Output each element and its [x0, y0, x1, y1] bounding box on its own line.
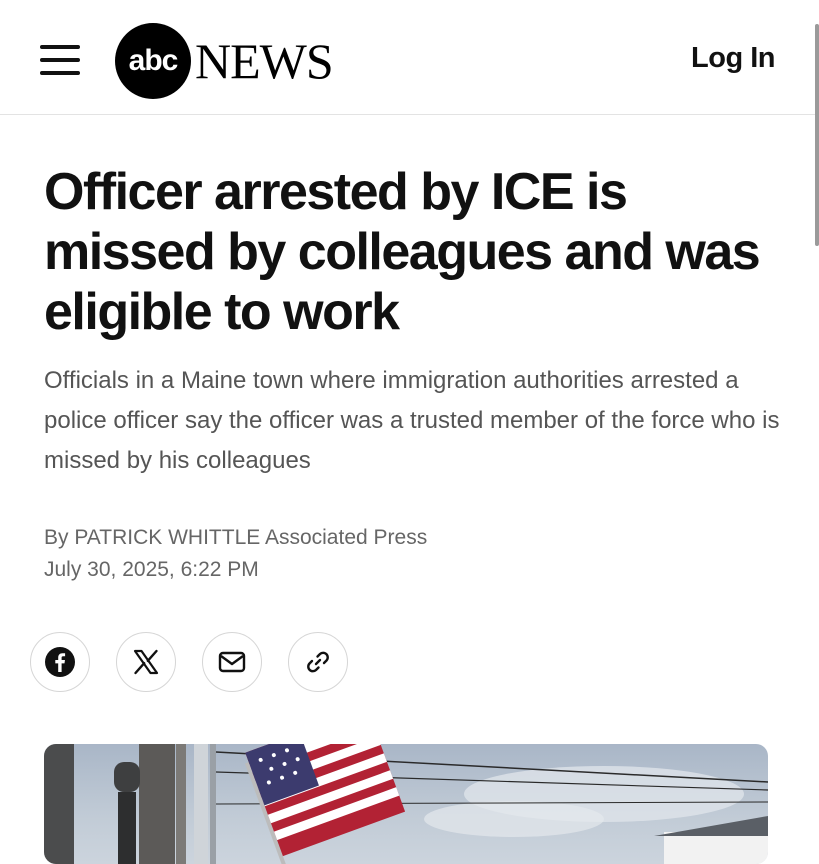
- share-email-button[interactable]: [202, 632, 262, 692]
- menu-icon-bar: [40, 45, 80, 49]
- email-icon: [218, 651, 246, 673]
- abc-news-logo[interactable]: abc NEWS: [115, 23, 345, 99]
- author-link[interactable]: PATRICK WHITTLE: [74, 526, 260, 549]
- publish-date: July 30, 2025, 6:22 PM: [44, 558, 259, 581]
- scrollbar[interactable]: [815, 24, 819, 246]
- logo-text: NEWS: [195, 33, 334, 89]
- share-bar: [30, 632, 348, 692]
- facebook-icon: [45, 647, 75, 677]
- menu-icon-bar: [40, 58, 80, 62]
- byline: By PATRICK WHITTLE Associated Press: [44, 522, 427, 554]
- hamburger-menu-button[interactable]: [40, 45, 80, 75]
- hero-photo-illustration: [44, 744, 768, 864]
- logo-mark: abc: [115, 23, 191, 99]
- login-button[interactable]: Log In: [691, 42, 775, 75]
- article-headline: Officer arrested by ICE is missed by col…: [44, 163, 761, 341]
- share-x-button[interactable]: [116, 632, 176, 692]
- outlet-name: Associated Press: [264, 526, 428, 549]
- site-header: abc NEWS Log In: [0, 0, 819, 115]
- share-facebook-button[interactable]: [30, 632, 90, 692]
- link-icon: [307, 651, 329, 673]
- menu-icon-bar: [40, 71, 80, 75]
- article-subheadline: Officials in a Maine town where immigrat…: [44, 367, 780, 474]
- copy-link-button[interactable]: [288, 632, 348, 692]
- byline-prefix: By: [44, 526, 69, 549]
- x-icon: [133, 649, 159, 675]
- hero-image: [44, 744, 768, 864]
